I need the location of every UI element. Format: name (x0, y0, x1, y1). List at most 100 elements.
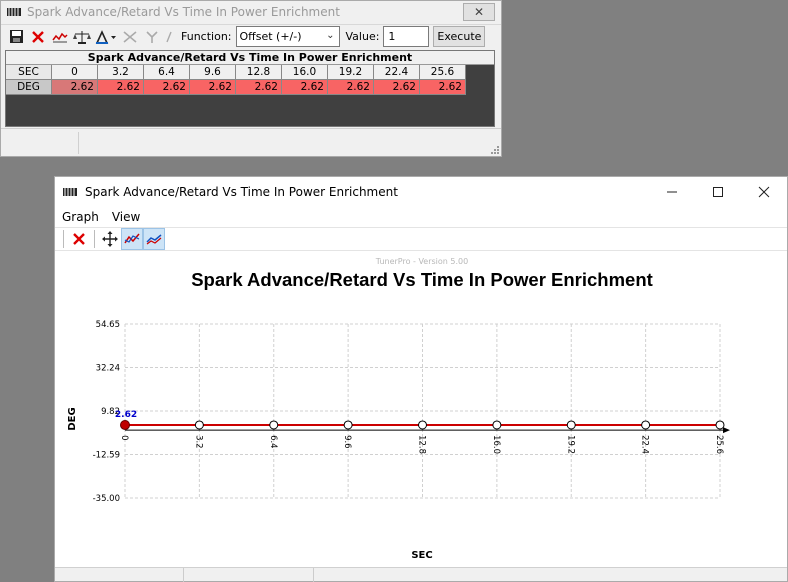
column-header[interactable]: 0 (52, 65, 98, 80)
compare-button[interactable] (71, 26, 93, 48)
x-axis-label: SEC (6, 65, 52, 80)
status-divider (78, 132, 79, 154)
minimize-button[interactable] (649, 177, 695, 207)
x-tick-label: 9.6 (342, 435, 352, 449)
overlay-graph-icon (146, 234, 162, 245)
chart-watermark: TunerPro - Version 5.00 (375, 257, 468, 266)
menu-graph[interactable]: Graph (62, 210, 99, 224)
data-point[interactable] (492, 420, 502, 430)
value-cell[interactable]: 2.62 (236, 80, 282, 95)
graph-window-title: Spark Advance/Retard Vs Time In Power En… (85, 185, 398, 199)
toolbar-separator (63, 230, 64, 248)
x-tick-label: 3.2 (193, 435, 203, 449)
data-point[interactable] (418, 420, 427, 430)
column-header[interactable]: 3.2 (98, 65, 144, 80)
interpolate-button[interactable] (163, 26, 175, 48)
value-cell[interactable]: 2.62 (420, 80, 466, 95)
delta-icon (95, 29, 116, 44)
maximize-icon (713, 187, 723, 197)
value-cell[interactable]: 2.62 (190, 80, 236, 95)
menu-bar: Graph View (55, 207, 787, 227)
minimize-icon (667, 191, 677, 193)
function-select-value: Offset (+/-) (239, 30, 302, 43)
chip-icon (7, 8, 21, 16)
close-graph-button[interactable] (68, 228, 90, 250)
x-tick-label: 12.8 (417, 435, 427, 454)
value-cell[interactable]: 2.62 (328, 80, 374, 95)
data-point[interactable] (343, 420, 353, 430)
chart-grid (124, 323, 721, 499)
interpolate-x-button[interactable] (119, 26, 141, 48)
trace-icon (124, 233, 140, 244)
resize-grip-icon[interactable] (489, 144, 499, 154)
point-value-label: 2.62 (115, 410, 137, 420)
value-label: Value: (345, 30, 380, 43)
column-header[interactable]: 9.6 (190, 65, 236, 80)
y-tick-label: -12.59 (93, 451, 120, 461)
overlay-button[interactable] (143, 228, 165, 250)
value-cell[interactable]: 2.62 (52, 80, 98, 95)
close-button[interactable]: ✕ (463, 3, 495, 21)
data-grid: Spark Advance/Retard Vs Time In Power En… (5, 50, 495, 127)
math-dropdown-button[interactable] (93, 26, 119, 48)
data-point[interactable] (566, 420, 576, 430)
column-header[interactable]: 16.0 (282, 65, 328, 80)
x-tick-label: 6.4 (268, 435, 278, 449)
toolbar-separator (94, 230, 95, 248)
move-icon (102, 231, 118, 247)
maximize-button[interactable] (695, 177, 741, 207)
column-header[interactable]: 22.4 (374, 65, 420, 80)
x-tick-label: 22.4 (640, 435, 650, 454)
value-cell[interactable]: 2.62 (144, 80, 190, 95)
value-cell[interactable]: 2.62 (98, 80, 144, 95)
save-button[interactable] (5, 26, 27, 48)
column-header[interactable]: 19.2 (328, 65, 374, 80)
execute-button[interactable]: Execute (433, 26, 486, 47)
y-axis-label: DEG (6, 80, 52, 95)
grid-value-row: DEG 2.62 2.62 2.62 2.62 2.62 2.62 2.62 2.62 2.62 (6, 80, 494, 95)
column-header[interactable]: 12.8 (236, 65, 282, 80)
close-table-button[interactable] (27, 26, 49, 48)
table-window: Spark Advance/Retard Vs Time In Power En… (0, 0, 502, 157)
data-point[interactable] (194, 420, 204, 430)
axis-arrow (723, 427, 730, 434)
table-window-titlebar[interactable]: Spark Advance/Retard Vs Time In Power En… (1, 1, 501, 23)
value-cell[interactable]: 2.62 (282, 80, 328, 95)
y-axis-label: DEG (67, 407, 78, 430)
table-statusbar (1, 128, 501, 156)
column-header[interactable]: 25.6 (420, 65, 466, 80)
slash-icon (166, 31, 172, 42)
move-button[interactable] (99, 228, 121, 250)
chart-series: 2.62 (115, 410, 730, 434)
data-point[interactable] (715, 420, 725, 430)
value-cell[interactable]: 2.62 (374, 80, 420, 95)
graph-window: Spark Advance/Retard Vs Time In Power En… (54, 176, 788, 582)
chart: TunerPro - Version 5.00 Spark Advance/Re… (67, 257, 730, 561)
table-window-title: Spark Advance/Retard Vs Time In Power En… (27, 5, 340, 19)
graph-button[interactable] (49, 26, 71, 48)
grid-header-row: SEC 0 3.2 6.4 9.6 12.8 16.0 19.2 22.4 25.6 (6, 65, 494, 80)
scale-icon (73, 30, 91, 44)
chevron-down-icon: ⌄ (326, 30, 335, 41)
window-close-button[interactable] (741, 177, 787, 207)
interpolate-x-icon (123, 30, 137, 43)
selected-data-point[interactable] (120, 419, 130, 430)
graph-window-titlebar[interactable]: Spark Advance/Retard Vs Time In Power En… (55, 177, 787, 207)
x-tick-label: 19.2 (565, 435, 575, 454)
column-header[interactable]: 6.4 (144, 65, 190, 80)
chart-title: Spark Advance/Retard Vs Time In Power En… (191, 269, 653, 290)
x-tick-labels: 0 3.2 6.4 9.6 12.8 16.0 19.2 22.4 25.6 (119, 435, 724, 454)
value-input[interactable]: 1 (383, 26, 430, 47)
y-tick-label: 32.24 (96, 363, 120, 373)
data-point[interactable] (269, 420, 279, 430)
data-point[interactable] (641, 420, 651, 430)
x-tick-label: 0 (119, 435, 129, 440)
table-toolbar: Function: Offset (+/-) ⌄ Value: 1 Execut… (1, 24, 501, 48)
interpolate-y-button[interactable] (141, 26, 163, 48)
chip-icon (63, 188, 77, 196)
function-select[interactable]: Offset (+/-) ⌄ (235, 26, 340, 47)
x-axis-label: SEC (411, 550, 432, 561)
menu-view[interactable]: View (112, 210, 140, 224)
trace-button[interactable] (121, 228, 143, 250)
y-tick-label: -35.00 (93, 494, 120, 504)
